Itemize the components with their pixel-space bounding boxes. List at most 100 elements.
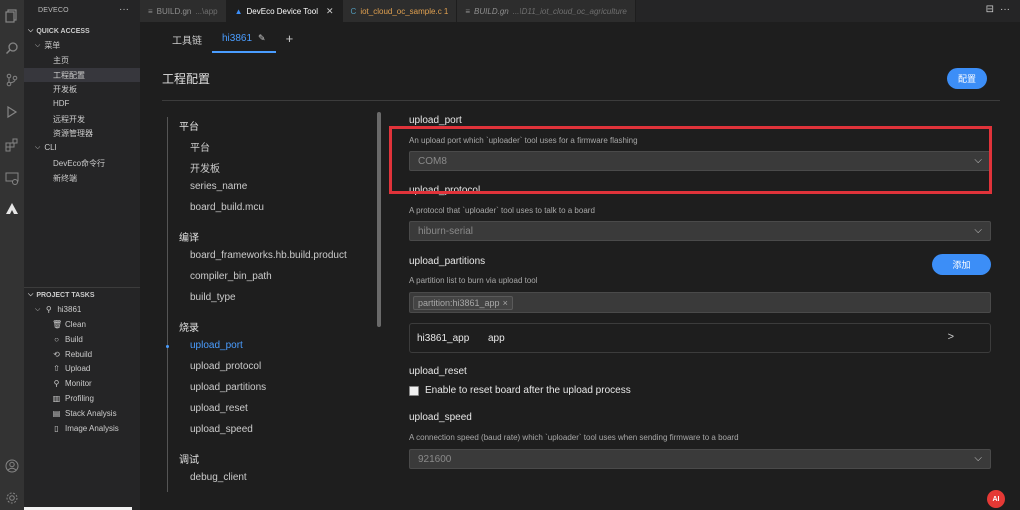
remote-explorer-icon[interactable] xyxy=(0,166,24,190)
extensions-icon[interactable] xyxy=(0,133,24,157)
menu-group-label: 菜单 xyxy=(44,41,61,50)
more-actions-icon[interactable]: ··· xyxy=(1000,4,1010,15)
sidebar-item-resource-manager[interactable]: 资源管理器 xyxy=(53,128,93,139)
sidebar-item-board[interactable]: 开发板 xyxy=(53,84,77,95)
rebuild-icon: ⟲ xyxy=(53,350,60,359)
upload-reset-checkbox[interactable] xyxy=(409,385,419,396)
task-rebuild[interactable]: ⟲ Rebuild xyxy=(52,350,92,359)
c-file-icon: C xyxy=(350,6,357,16)
task-label: Stack Analysis xyxy=(65,409,117,418)
config-button[interactable]: 配置 xyxy=(947,68,987,89)
edit-pencil-icon[interactable]: ✎ xyxy=(258,33,266,44)
tab-build-gn-app[interactable]: ≡ BUILD.gn ...\app xyxy=(140,0,227,22)
tab-iot-cloud-oc-sample[interactable]: C iot_cloud_oc_sample.c 1 xyxy=(342,0,458,22)
menu-group[interactable]: ⌵ 菜单 xyxy=(35,40,60,51)
tab-label: hi3861 xyxy=(222,33,253,44)
nav-group-platform: 平台 xyxy=(179,122,199,133)
title-divider xyxy=(162,100,1000,101)
upload-speed-select[interactable]: 921600 ⌵ xyxy=(409,449,991,469)
nav-item-compiler-bin-path[interactable]: compiler_bin_path xyxy=(190,271,272,282)
tab-build-gn-agriculture[interactable]: ≡ BUILD.gn ...\D11_iot_cloud_oc_agricult… xyxy=(457,0,636,22)
cli-group[interactable]: ⌵ CLI xyxy=(35,143,57,152)
sidebar-item-deveco-cli[interactable]: DevEco命令行 xyxy=(53,158,105,169)
task-monitor[interactable]: ⚲ Monitor xyxy=(52,379,92,388)
sidebar-item-remote-dev[interactable]: 远程开发 xyxy=(53,114,85,125)
chevron-down-icon: ⌵ xyxy=(974,453,982,464)
cli-group-label: CLI xyxy=(44,143,57,152)
close-icon[interactable]: ✕ xyxy=(326,6,334,17)
search-icon[interactable] xyxy=(0,36,24,60)
explorer-icon[interactable] xyxy=(0,4,24,28)
chevron-down-icon: ⌵ xyxy=(35,143,41,151)
nav-item-build-type[interactable]: build_type xyxy=(190,292,236,303)
tab-deveco-device-tool[interactable]: ▲ DevEco Device Tool ✕ xyxy=(226,0,343,22)
task-build[interactable]: ○ Build xyxy=(52,335,83,344)
tab-path: ...\app xyxy=(195,6,218,16)
nav-item-board-build-mcu[interactable]: board_build.mcu xyxy=(190,202,264,213)
nav-item-upload-speed[interactable]: upload_speed xyxy=(190,424,253,435)
upload-protocol-title: upload_protocol xyxy=(409,185,481,196)
file-icon: ≡ xyxy=(465,6,471,16)
project-tasks-header[interactable]: ⌵ PROJECT TASKS xyxy=(28,291,95,299)
task-image-analysis[interactable]: ▯ Image Analysis xyxy=(52,424,119,433)
stack-icon: ▤ xyxy=(52,409,61,418)
upload-reset-option[interactable]: Enable to reset board after the upload p… xyxy=(409,385,631,396)
sidebar-more-icon[interactable]: ··· xyxy=(119,4,129,15)
nav-item-upload-protocol[interactable]: upload_protocol xyxy=(190,361,261,372)
nav-item-series-name[interactable]: series_name xyxy=(190,181,247,192)
task-clean[interactable]: 🗑 Clean xyxy=(52,320,86,329)
partition-tag[interactable]: partition:hi3861_app × xyxy=(413,296,513,310)
tab-path: ...\D11_iot_cloud_oc_agriculture xyxy=(512,6,627,16)
task-stack-analysis[interactable]: ▤ Stack Analysis xyxy=(52,409,117,418)
nav-item-board-frameworks[interactable]: board_frameworks.hb.build.product xyxy=(190,250,347,261)
split-editor-icon[interactable]: ⊟ xyxy=(986,4,994,15)
partition-row[interactable]: hi3861_app app > xyxy=(409,323,991,353)
project-node[interactable]: ⌵ ⚲ hi3861 xyxy=(35,305,81,314)
project-name: hi3861 xyxy=(57,305,82,314)
nav-item-upload-reset[interactable]: upload_reset xyxy=(190,403,248,414)
nav-item-upload-partitions[interactable]: upload_partitions xyxy=(190,382,266,393)
nav-item-debug-client[interactable]: debug_client xyxy=(190,472,247,483)
partition-name: hi3861_app xyxy=(417,333,470,344)
deveco-icon[interactable] xyxy=(0,197,24,221)
trash-icon: 🗑 xyxy=(52,320,63,329)
config-tabs: 工具链 hi3861 ✎ + xyxy=(162,29,303,53)
add-tab-button[interactable]: + xyxy=(276,29,304,53)
upload-speed-value: 921600 xyxy=(418,453,452,465)
upload-partitions-title: upload_partitions xyxy=(409,256,486,267)
pin-icon: ⚲ xyxy=(45,305,52,314)
upload-reset-label: Enable to reset board after the upload p… xyxy=(425,385,631,396)
settings-gear-icon[interactable] xyxy=(0,486,24,510)
sidebar-title: DEVECO xyxy=(38,7,69,14)
nav-item-board[interactable]: 开发板 xyxy=(190,160,220,175)
account-icon[interactable] xyxy=(0,454,24,478)
upload-port-value: COM8 xyxy=(418,155,447,167)
task-upload[interactable]: ⇧ Upload xyxy=(52,364,90,373)
sidebar-item-home[interactable]: 主页 xyxy=(53,55,69,66)
sidebar-item-hdf[interactable]: HDF xyxy=(53,99,69,108)
partitions-tag-input[interactable]: partition:hi3861_app × xyxy=(409,292,991,313)
upload-protocol-select[interactable]: hiburn-serial ⌵ xyxy=(409,221,991,241)
tab-toolchain[interactable]: 工具链 xyxy=(162,29,212,53)
file-icon: ≡ xyxy=(148,6,153,16)
task-label: Profiling xyxy=(65,394,94,403)
nav-item-upload-port[interactable]: upload_port xyxy=(190,340,243,351)
tab-hi3861[interactable]: hi3861 ✎ xyxy=(212,29,276,53)
source-control-icon[interactable] xyxy=(0,68,24,92)
editor-actions: ⊟ ··· xyxy=(986,4,1010,15)
chevron-right-icon[interactable]: > xyxy=(948,331,954,343)
add-partition-button[interactable]: 添加 xyxy=(932,254,991,275)
ai-assistant-icon[interactable]: AI xyxy=(987,490,1005,508)
image-analysis-icon: ▯ xyxy=(54,424,59,433)
nav-active-indicator xyxy=(166,345,169,348)
sidebar-item-project-config[interactable]: 工程配置 xyxy=(24,68,140,82)
sidebar-item-new-terminal[interactable]: 新终端 xyxy=(53,173,77,184)
nav-item-platform[interactable]: 平台 xyxy=(190,139,210,154)
nav-scrollbar[interactable] xyxy=(377,112,381,327)
task-profiling[interactable]: ▥ Profiling xyxy=(52,394,94,403)
run-debug-icon[interactable] xyxy=(0,100,24,124)
tag-close-icon[interactable]: × xyxy=(503,298,508,308)
upload-port-select[interactable]: COM8 ⌵ xyxy=(409,151,991,171)
quick-access-header[interactable]: ⌵ QUICK ACCESS xyxy=(28,27,90,35)
upload-protocol-desc: A protocol that `uploader` tool uses to … xyxy=(409,206,595,215)
